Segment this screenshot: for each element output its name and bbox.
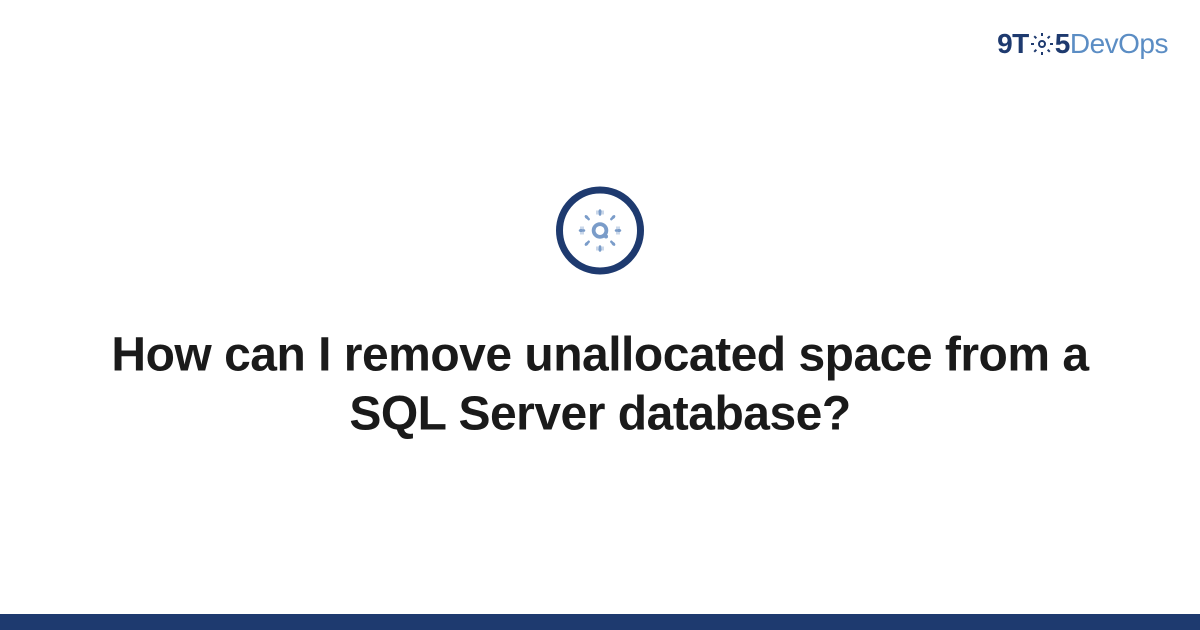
- page-title: How can I remove unallocated space from …: [100, 326, 1100, 443]
- logo-gear-icon: [1030, 31, 1054, 55]
- logo-prefix: 9T: [997, 28, 1029, 59]
- logo-suffix: DevOps: [1070, 28, 1168, 59]
- gear-icon: [576, 206, 624, 254]
- main-content: How can I remove unallocated space from …: [0, 186, 1200, 443]
- footer-bar: [0, 614, 1200, 630]
- logo-middle: 5: [1055, 28, 1070, 59]
- site-logo: 9T 5DevOps: [997, 28, 1168, 60]
- hero-icon-circle: [556, 186, 644, 274]
